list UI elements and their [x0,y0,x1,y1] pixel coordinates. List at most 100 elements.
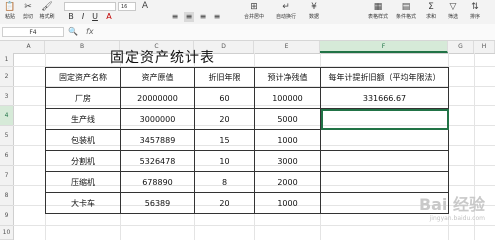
table-cell[interactable]: 20 [194,108,255,130]
align-left-button[interactable]: ≡ [170,12,180,22]
table-cell[interactable]: 生产线 [45,108,121,130]
table-cell[interactable]: 8 [194,171,255,193]
table-cell[interactable] [320,171,449,193]
format-painter-icon: 🖌 [41,2,53,12]
sum-icon: Σ [428,2,434,12]
table-cell[interactable]: 压缩机 [45,171,121,193]
header-cell[interactable]: 每年计提折旧额（平均年限法） [320,67,449,88]
row-header-1[interactable]: 1 [0,53,13,67]
sum-button[interactable]: Σ 求和 [422,2,440,22]
asset-table: 固定资产名称 资产原值 折旧年限 预计净残值 每年计提折旧额（平均年限法） 厂房… [45,67,449,214]
row-header-6[interactable]: 6 [0,146,13,166]
number-format-icon: ¥ [311,2,317,12]
name-box[interactable]: F4 [2,27,64,37]
cut-button[interactable]: ✂ 剪切 [20,2,36,22]
table-cell[interactable]: 3457889 [120,129,195,151]
table-cell[interactable]: 60 [194,87,255,109]
table-cell[interactable]: 1000 [254,192,321,214]
row-header-9[interactable]: 9 [0,206,13,226]
header-cell[interactable]: 资产原值 [120,67,195,88]
table-cell[interactable]: 包装机 [45,129,121,151]
paste-button[interactable]: 📋 粘贴 [2,2,18,22]
underline-button[interactable]: U [90,12,100,22]
table-header-row: 固定资产名称 资产原值 折旧年限 预计净残值 每年计提折旧额（平均年限法） [45,67,449,88]
table-cell[interactable] [320,150,449,172]
font-size-select[interactable]: 16 [118,2,136,11]
table-cell[interactable]: 分割机 [45,150,121,172]
table-style-label: 表格样式 [367,14,388,20]
align-right-button[interactable]: ≡ [198,12,208,22]
header-cell[interactable]: 固定资产名称 [45,67,121,88]
number-format-button[interactable]: ¥ 数据 [304,2,324,22]
row-header-8[interactable]: 8 [0,186,13,206]
merge-center-button[interactable]: ⊞ 合并居中 [240,2,268,22]
filter-button[interactable]: ▽ 筛选 [444,2,462,22]
table-cell[interactable]: 5326478 [120,150,195,172]
column-header-a[interactable]: A [13,41,45,53]
table-cell[interactable]: 15 [194,129,255,151]
column-header-h[interactable]: H [474,41,495,53]
font-color-button[interactable]: A [104,12,114,22]
sort-icon: ⇅ [471,2,479,12]
watermark-logo: Bai 经验 [418,195,485,214]
row-header-10[interactable]: 10 [0,226,13,240]
sheet-title[interactable]: 固定资产统计表 [110,50,240,66]
column-header-b[interactable]: B [45,41,120,53]
table-cell[interactable]: 1000 [254,129,321,151]
table-cell[interactable]: 331666.67 [320,87,449,109]
function-button[interactable]: fx [86,27,94,37]
grow-font-button[interactable]: A [140,1,150,21]
sum-label: 求和 [425,14,436,20]
table-row: 压缩机 678890 8 2000 [45,171,449,193]
table-cell[interactable]: 厂房 [45,87,121,109]
sort-button[interactable]: ⇅ 排序 [466,2,484,22]
table-cell[interactable] [320,129,449,151]
header-cell[interactable]: 预计净残值 [254,67,321,88]
wrap-icon: ↵ [282,2,290,12]
conditional-format-icon: ▤ [401,2,411,12]
table-cell[interactable]: 20000000 [120,87,195,109]
column-header-f[interactable]: F [320,41,448,53]
align-center-button[interactable]: ≡ [184,12,194,22]
table-style-icon: ▦ [373,2,383,12]
conditional-format-button[interactable]: ▤ 条件格式 [394,2,418,22]
table-cell[interactable]: 56389 [120,192,195,214]
justify-button[interactable]: ≡ [212,12,222,22]
table-cell[interactable]: 2000 [254,171,321,193]
conditional-format-label: 条件格式 [395,14,416,20]
table-cell[interactable]: 大卡车 [45,192,121,214]
table-cell[interactable]: 5000 [254,108,321,130]
font-name-select[interactable] [64,2,116,11]
zoom-icon[interactable]: 🔍 [68,27,78,37]
row-header-4[interactable]: 4 [0,106,13,126]
wrap-text-button[interactable]: ↵ 自动换行 [272,2,300,22]
table-cell[interactable]: 100000 [254,87,321,109]
row-header-7[interactable]: 7 [0,166,13,186]
active-cell[interactable] [320,108,449,130]
cut-icon: ✂ [24,2,32,12]
italic-button[interactable]: I [78,12,88,22]
table-row: 分割机 5326478 10 3000 [45,150,449,172]
filter-label: 筛选 [447,14,458,20]
table-cell[interactable]: 20 [194,192,255,214]
column-header-g[interactable]: G [448,41,474,53]
merge-icon: ⊞ [250,2,258,12]
sort-label: 排序 [469,14,480,20]
table-cell[interactable]: 678890 [120,171,195,193]
table-cell[interactable]: 3000000 [120,108,195,130]
table-style-button[interactable]: ▦ 表格样式 [366,2,390,22]
filter-icon: ▽ [449,2,457,12]
row-header-3[interactable]: 3 [0,87,13,106]
formula-input[interactable] [104,27,490,37]
table-cell[interactable]: 3000 [254,150,321,172]
row-header-5[interactable]: 5 [0,126,13,146]
row-header-2[interactable]: 2 [0,67,13,87]
column-header-e[interactable]: E [254,41,320,53]
table-row: 生产线 3000000 20 5000 [45,108,449,130]
bold-button[interactable]: B [66,12,76,22]
format-painter-button[interactable]: 🖌 格式刷 [38,2,56,22]
header-cell[interactable]: 折旧年限 [194,67,255,88]
format-painter-label: 格式刷 [39,14,55,20]
formula-bar: F4 🔍 fx [0,24,495,41]
table-cell[interactable]: 10 [194,150,255,172]
